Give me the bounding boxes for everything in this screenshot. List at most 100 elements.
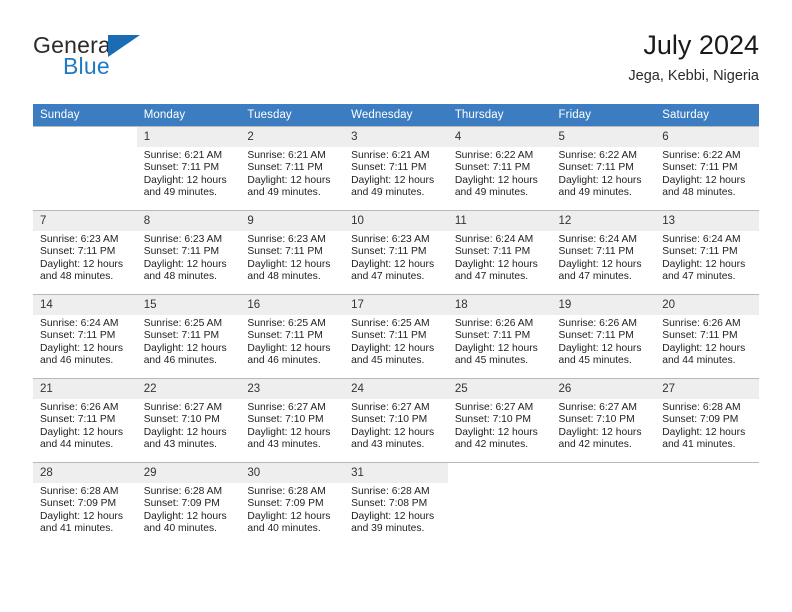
day-number <box>33 127 137 147</box>
sunrise-text: Sunrise: 6:22 AM <box>454 150 534 161</box>
weekday-header-tuesday: Tuesday <box>240 104 345 127</box>
sunrise-text: Sunrise: 6:26 AM <box>40 402 119 413</box>
sunset-text: Sunset: 7:11 PM <box>40 330 116 342</box>
day-cell[interactable]: 31 Sunrise: 6:28 AM Sunset: 7:08 PM Dayligh… <box>344 463 448 546</box>
day-cell[interactable]: 11 Sunrise: 6:24 AM Sunset: 7:11 PM Dayligh… <box>447 211 552 294</box>
calendar-cell: 15 Sunrise: 6:25 AM Sunset: 7:11 PM Dayligh… <box>136 294 241 379</box>
day-cell[interactable]: 14 Sunrise: 6:24 AM Sunset: 7:11 PM Dayligh… <box>33 295 137 378</box>
day-cell[interactable]: 6 Sunrise: 6:22 AM Sunset: 7:11 PM Daylight… <box>655 127 759 210</box>
calendar-cell: 1 Sunrise: 6:21 AM Sunset: 7:11 PM Daylight… <box>136 126 241 211</box>
calendar-cell: 24 Sunrise: 6:27 AM Sunset: 7:10 PM Dayligh… <box>344 378 448 463</box>
calendar-cell: 2 Sunrise: 6:21 AM Sunset: 7:11 PM Daylight… <box>240 126 345 211</box>
day-cell[interactable]: 29 Sunrise: 6:28 AM Sunset: 7:09 PM Dayligh… <box>136 463 241 546</box>
sunrise-text: Sunrise: 6:25 AM <box>351 318 430 329</box>
day-number: 16 <box>240 295 345 315</box>
day-info: Sunrise: 6:25 AM Sunset: 7:11 PM Daylight:… <box>344 315 448 368</box>
calendar-cell: 14 Sunrise: 6:24 AM Sunset: 7:11 PM Dayligh… <box>33 294 137 379</box>
day-cell[interactable]: 24 Sunrise: 6:27 AM Sunset: 7:10 PM Dayligh… <box>344 379 448 462</box>
day-number: 30 <box>240 463 345 483</box>
sunrise-text: Sunrise: 6:23 AM <box>351 234 430 245</box>
day-cell[interactable]: 8 Sunrise: 6:23 AM Sunset: 7:11 PM Daylight… <box>136 211 241 294</box>
day-cell[interactable]: 28 Sunrise: 6:28 AM Sunset: 7:09 PM Dayligh… <box>33 463 137 546</box>
day-cell[interactable]: 9 Sunrise: 6:23 AM Sunset: 7:11 PM Daylight… <box>240 211 345 294</box>
day-info: Sunrise: 6:27 AM Sunset: 7:10 PM Daylight:… <box>344 399 448 452</box>
day-info: Sunrise: 6:26 AM Sunset: 7:11 PM Daylight:… <box>33 399 137 452</box>
day-cell[interactable]: 4 Sunrise: 6:22 AM Sunset: 7:11 PM Daylight… <box>447 127 552 210</box>
calendar-cell: 27 Sunrise: 6:28 AM Sunset: 7:09 PM Dayligh… <box>655 378 759 463</box>
daylight-text: Daylight: 12 hours and 42 minutes. <box>454 426 538 451</box>
sunset-text: Sunset: 7:11 PM <box>143 246 220 258</box>
day-number: 7 <box>33 211 137 231</box>
day-cell[interactable]: 21 Sunrise: 6:26 AM Sunset: 7:11 PM Dayligh… <box>33 379 137 462</box>
calendar-cell: 5 Sunrise: 6:22 AM Sunset: 7:11 PM Daylight… <box>551 126 656 211</box>
day-cell[interactable]: 26 Sunrise: 6:27 AM Sunset: 7:10 PM Dayligh… <box>551 379 656 462</box>
weekday-header-row: Sunday Monday Tuesday Wednesday Thursday… <box>33 104 759 127</box>
sunrise-text: Sunrise: 6:28 AM <box>40 486 119 497</box>
logo-text-blue: Blue <box>63 53 110 79</box>
daylight-text: Daylight: 12 hours and 47 minutes. <box>351 258 435 283</box>
day-cell[interactable]: 13 Sunrise: 6:24 AM Sunset: 7:11 PM Dayligh… <box>655 211 759 294</box>
calendar-cell: 17 Sunrise: 6:25 AM Sunset: 7:11 PM Dayligh… <box>344 294 448 379</box>
sunset-text: Sunset: 7:11 PM <box>662 246 738 258</box>
day-cell[interactable]: 3 Sunrise: 6:21 AM Sunset: 7:11 PM Daylight… <box>344 127 448 210</box>
day-cell[interactable]: 22 Sunrise: 6:27 AM Sunset: 7:10 PM Dayligh… <box>136 379 241 462</box>
day-info: Sunrise: 6:28 AM Sunset: 7:08 PM Daylight:… <box>344 483 448 536</box>
sunset-text: Sunset: 7:11 PM <box>351 330 427 342</box>
day-info: Sunrise: 6:27 AM Sunset: 7:10 PM Daylight:… <box>448 399 552 452</box>
sunrise-text: Sunrise: 6:27 AM <box>351 402 430 413</box>
calendar-cell: 26 Sunrise: 6:27 AM Sunset: 7:10 PM Dayligh… <box>551 378 656 463</box>
daylight-text: Daylight: 12 hours and 49 minutes. <box>143 174 227 199</box>
day-info: Sunrise: 6:22 AM Sunset: 7:11 PM Daylight:… <box>552 147 656 200</box>
sunset-text: Sunset: 7:11 PM <box>454 246 531 258</box>
calendar-cell: 9 Sunrise: 6:23 AM Sunset: 7:11 PM Daylight… <box>240 210 345 295</box>
calendar-cell: 12 Sunrise: 6:24 AM Sunset: 7:11 PM Dayligh… <box>551 210 656 295</box>
page-header: General Blue July 2024 Jega, Kebbi, Nige… <box>33 28 759 96</box>
day-cell[interactable]: 10 Sunrise: 6:23 AM Sunset: 7:11 PM Dayligh… <box>344 211 448 294</box>
day-info: Sunrise: 6:24 AM Sunset: 7:11 PM Daylight:… <box>552 231 656 284</box>
day-cell[interactable]: 7 Sunrise: 6:23 AM Sunset: 7:11 PM Daylight… <box>33 211 137 294</box>
sunset-text: Sunset: 7:10 PM <box>454 414 531 426</box>
calendar-cell: 25 Sunrise: 6:27 AM Sunset: 7:10 PM Dayligh… <box>447 378 552 463</box>
calendar-cell: 28 Sunrise: 6:28 AM Sunset: 7:09 PM Dayligh… <box>33 462 137 546</box>
day-cell[interactable]: 16 Sunrise: 6:25 AM Sunset: 7:11 PM Dayligh… <box>240 295 345 378</box>
daylight-text: Daylight: 12 hours and 44 minutes. <box>40 426 123 451</box>
day-cell[interactable]: 23 Sunrise: 6:27 AM Sunset: 7:10 PM Dayligh… <box>240 379 345 462</box>
day-cell[interactable]: 19 Sunrise: 6:26 AM Sunset: 7:11 PM Dayligh… <box>551 295 656 378</box>
day-cell[interactable]: 17 Sunrise: 6:25 AM Sunset: 7:11 PM Dayligh… <box>344 295 448 378</box>
day-cell[interactable]: 20 Sunrise: 6:26 AM Sunset: 7:11 PM Dayligh… <box>655 295 759 378</box>
sunset-text: Sunset: 7:11 PM <box>558 246 634 258</box>
sunset-text: Sunset: 7:11 PM <box>143 330 220 342</box>
sunset-text: Sunset: 7:11 PM <box>351 246 427 258</box>
day-cell[interactable]: 5 Sunrise: 6:22 AM Sunset: 7:11 PM Daylight… <box>551 127 656 210</box>
daylight-text: Daylight: 12 hours and 44 minutes. <box>662 342 746 367</box>
day-info: Sunrise: 6:28 AM Sunset: 7:09 PM Daylight:… <box>655 399 759 452</box>
sunset-text: Sunset: 7:10 PM <box>247 414 324 426</box>
calendar-cell: 3 Sunrise: 6:21 AM Sunset: 7:11 PM Daylight… <box>344 126 448 211</box>
calendar-cell: 21 Sunrise: 6:26 AM Sunset: 7:11 PM Dayligh… <box>33 378 137 463</box>
day-cell[interactable]: 27 Sunrise: 6:28 AM Sunset: 7:09 PM Dayligh… <box>655 379 759 462</box>
day-number: 4 <box>447 127 552 147</box>
sunrise-text: Sunrise: 6:27 AM <box>247 402 326 413</box>
day-number: 20 <box>655 295 759 315</box>
sunset-text: Sunset: 7:11 PM <box>247 330 323 342</box>
day-cell[interactable]: 15 Sunrise: 6:25 AM Sunset: 7:11 PM Dayligh… <box>136 295 241 378</box>
daylight-text: Daylight: 12 hours and 48 minutes. <box>662 174 746 199</box>
day-cell[interactable]: 12 Sunrise: 6:24 AM Sunset: 7:11 PM Dayligh… <box>551 211 656 294</box>
sunset-text: Sunset: 7:10 PM <box>351 414 428 426</box>
day-info: Sunrise: 6:28 AM Sunset: 7:09 PM Daylight:… <box>33 483 137 536</box>
daylight-text: Daylight: 12 hours and 45 minutes. <box>558 342 642 367</box>
calendar-week-row: 1 Sunrise: 6:21 AM Sunset: 7:11 PM Daylight… <box>33 126 759 211</box>
general-blue-logo[interactable]: General Blue <box>33 32 143 88</box>
day-cell[interactable]: 30 Sunrise: 6:28 AM Sunset: 7:09 PM Dayligh… <box>240 463 345 546</box>
day-cell[interactable]: 2 Sunrise: 6:21 AM Sunset: 7:11 PM Daylight… <box>240 127 345 210</box>
day-info: Sunrise: 6:24 AM Sunset: 7:11 PM Daylight:… <box>448 231 552 284</box>
day-cell[interactable]: 18 Sunrise: 6:26 AM Sunset: 7:11 PM Dayligh… <box>447 295 552 378</box>
day-info: Sunrise: 6:21 AM Sunset: 7:11 PM Daylight:… <box>240 147 344 200</box>
sunset-text: Sunset: 7:09 PM <box>40 498 117 510</box>
sunrise-text: Sunrise: 6:28 AM <box>143 486 223 497</box>
day-info: Sunrise: 6:22 AM Sunset: 7:11 PM Daylight:… <box>655 147 759 200</box>
day-info: Sunrise: 6:23 AM Sunset: 7:11 PM Daylight:… <box>344 231 448 284</box>
day-cell[interactable]: 1 Sunrise: 6:21 AM Sunset: 7:11 PM Daylight… <box>136 127 241 210</box>
day-cell[interactable]: 25 Sunrise: 6:27 AM Sunset: 7:10 PM Dayligh… <box>447 379 552 462</box>
calendar-cell: 20 Sunrise: 6:26 AM Sunset: 7:11 PM Dayligh… <box>655 294 759 379</box>
